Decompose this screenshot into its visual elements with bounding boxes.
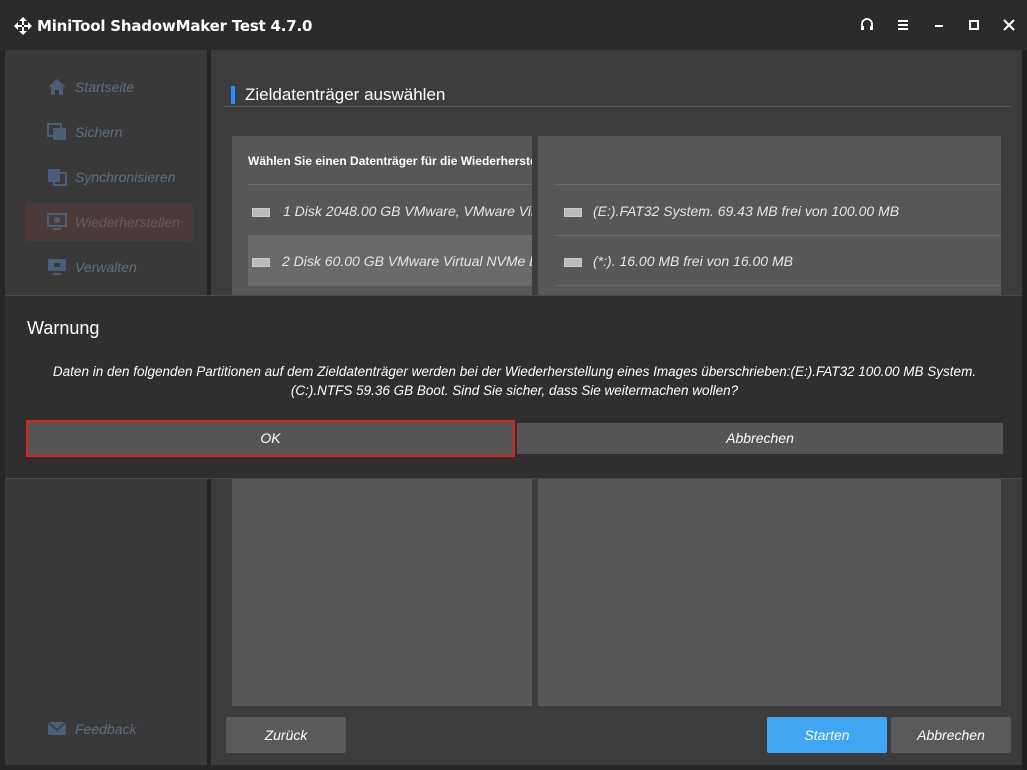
manage-icon [48,259,66,275]
partition-icon [564,208,582,217]
partition-label: (E:).FAT32 System. 69.43 MB frei von 100… [593,203,900,219]
start-button[interactable]: Starten [767,717,887,753]
dialog-message-line-2: (C:).NTFS 59.36 GB Boot. Sind Sie sicher… [290,383,739,398]
page-title: Zieldatenträger auswählen [245,85,446,104]
section-accent-bar [231,86,235,104]
app-logo-icon [14,17,32,35]
partition-row-2[interactable]: (*:). 16.00 MB frei von 16.00 MB [538,236,1001,286]
sidebar-item-label: Startseite [75,79,135,95]
sync-icon [48,169,67,186]
home-icon [48,79,66,95]
section-divider [223,106,1012,107]
disk-row-2[interactable]: 2 Disk 60.00 GB VMware Virtual NVMe Disk [248,236,532,286]
disk-list-header: Wählen Sie einen Datenträger für die Wie… [248,154,532,168]
mail-icon [47,721,67,735]
ok-button[interactable]: OK [26,420,515,457]
menu-icon[interactable] [894,16,912,34]
window-edge [1022,50,1027,770]
disk-label: 2 Disk 60.00 GB VMware Virtual NVMe Disk [282,253,532,269]
dialog-cancel-button[interactable]: Abbrechen [517,423,1003,454]
dialog-message: Daten in den folgenden Partitionen auf d… [5,362,1024,400]
disk-row-1[interactable]: 1 Disk 2048.00 GB VMware, VMware Virtual… [232,186,532,236]
maximize-icon[interactable] [965,16,983,34]
sidebar-item-label: Wiederherstellen [75,214,180,230]
dialog-message-line-1: Daten in den folgenden Partitionen auf d… [52,364,977,379]
feedback-link[interactable]: Feedback [25,710,193,748]
divider [554,285,1001,286]
dialog-title: Warnung [27,318,100,338]
disk-icon [252,208,270,217]
sidebar-item-label: Synchronisieren [75,169,176,185]
close-icon[interactable] [1000,16,1018,34]
headset-icon[interactable] [858,16,876,34]
feedback-label: Feedback [75,721,137,737]
app-title: MiniTool ShadowMaker Test 4.7.0 [37,17,313,35]
partition-row-1[interactable]: (E:).FAT32 System. 69.43 MB frei von 100… [538,186,1001,236]
partition-label: (*:). 16.00 MB frei von 16.00 MB [593,253,793,269]
divider [554,184,1001,185]
divider [248,184,532,185]
sidebar-item-wiederherstellen[interactable]: Wiederherstellen [25,203,193,241]
sidebar-item-startseite[interactable]: Startseite [25,68,193,106]
back-button[interactable]: Zurück [226,717,346,753]
restore-icon [47,213,67,230]
sidebar-item-label: Sichern [75,124,123,140]
sidebar-item-sichern[interactable]: Sichern [25,113,193,151]
disk-icon [252,258,270,267]
cancel-button[interactable]: Abbrechen [891,717,1011,753]
sidebar-item-label: Verwalten [75,259,137,275]
title-bar: MiniTool ShadowMaker Test 4.7.0 [0,0,1027,50]
sidebar-item-synchronisieren[interactable]: Synchronisieren [25,158,193,196]
warning-dialog: Warnung Daten in den folgenden Partition… [5,295,1024,479]
partition-icon [564,258,582,267]
sidebar-item-verwalten[interactable]: Verwalten [25,248,193,286]
minimize-icon[interactable] [930,16,948,34]
disk-label: 1 Disk 2048.00 GB VMware, VMware Virtual… [283,203,532,219]
backup-icon [47,123,66,140]
